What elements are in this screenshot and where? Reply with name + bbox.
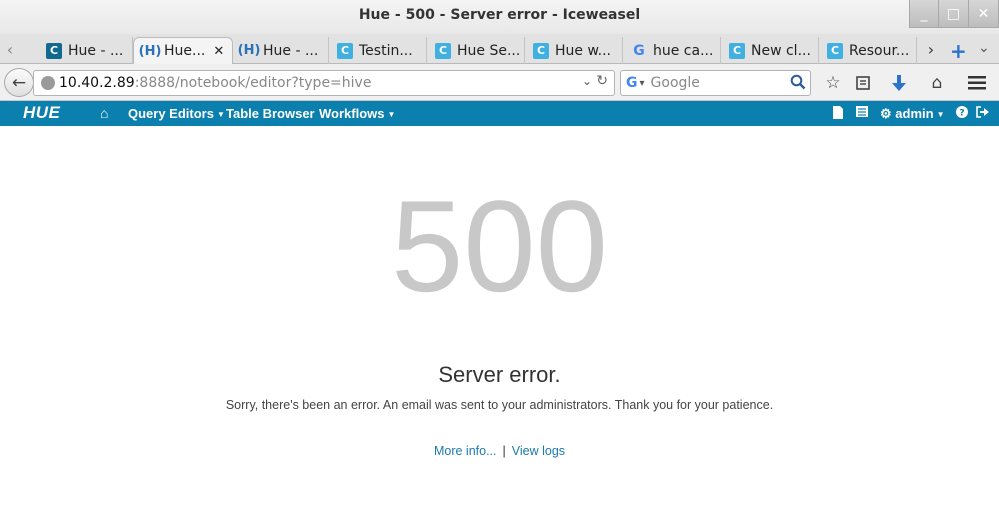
error-code: 500 — [391, 173, 608, 319]
tab-9[interactable]: C Resour... — [819, 37, 917, 64]
tab-label: Hue - ... — [263, 42, 319, 59]
home-icon[interactable]: ⌂ — [926, 72, 948, 94]
home-icon[interactable]: ⌂ — [100, 105, 108, 121]
tab-3[interactable]: (H) Hue - ... — [233, 37, 329, 64]
caret-down-icon: ▼ — [216, 110, 225, 120]
tab-strip: ‹ C Hue - ... (H) Hue... ✕ (H) Hue - ...… — [0, 34, 999, 64]
tab-8[interactable]: C New cl... — [721, 37, 819, 64]
tab-2-active[interactable]: (H) Hue... ✕ — [133, 37, 233, 64]
window-titlebar: Hue - 500 - Server error - Iceweasel _ □… — [0, 0, 999, 34]
close-window-button[interactable]: ✕ — [969, 0, 999, 28]
svg-text:?: ? — [959, 109, 964, 119]
query-editors-label: Query Editors — [128, 106, 214, 121]
c-icon: C — [46, 42, 62, 59]
help-icon[interactable]: ? — [956, 106, 968, 121]
bookmarks-list-icon[interactable] — [852, 72, 874, 94]
search-bar[interactable]: G ▾ Google — [620, 70, 811, 96]
maximize-button[interactable]: □ — [939, 0, 969, 28]
tab-label: Hue w... — [555, 42, 611, 59]
cogs-icon: ⚙ — [880, 106, 892, 121]
search-engine-chevron-down-icon[interactable]: ▾ — [640, 78, 645, 89]
tab-label: Hue Se... — [457, 42, 521, 59]
admin-menu[interactable]: ⚙ admin ▼ — [880, 106, 945, 122]
google-icon: G — [626, 75, 638, 91]
tab-list-chevron-down-icon[interactable]: ⌄ — [978, 40, 990, 56]
query-editors-menu[interactable]: Query Editors ▼ — [128, 106, 225, 121]
menu-hamburger-icon[interactable] — [966, 72, 988, 94]
user-name: admin — [895, 106, 934, 121]
tab-6[interactable]: C Hue w... — [525, 37, 623, 64]
caret-down-icon: ▼ — [936, 110, 945, 120]
minimize-button[interactable]: _ — [909, 0, 939, 28]
error-links: More info... | View logs — [0, 444, 999, 458]
c-icon: C — [827, 42, 843, 59]
search-input[interactable]: Google — [651, 75, 700, 91]
table-browser-link[interactable]: Table Browser — [226, 106, 315, 121]
tab-4[interactable]: C Testin... — [329, 37, 427, 64]
tab-label: Testin... — [359, 42, 413, 59]
tab-scroll-left-icon[interactable]: ‹ — [0, 34, 20, 64]
more-info-link[interactable]: More info... — [434, 444, 497, 458]
url-path: :8888/notebook/editor?type=hive — [134, 75, 372, 91]
hue-icon: (H) — [237, 43, 261, 58]
window-title: Hue - 500 - Server error - Iceweasel — [358, 7, 641, 23]
hue-header: HUE ⌂ Query Editors ▼ Table Browser Workf… — [0, 101, 999, 126]
c-icon: C — [729, 42, 745, 59]
search-icon[interactable] — [790, 74, 806, 94]
url-host: 10.40.2.89 — [59, 75, 135, 91]
tab-label: New cl... — [751, 42, 811, 59]
c-icon: C — [435, 42, 451, 59]
tab-label: Resour... — [849, 42, 910, 59]
bookmark-star-icon[interactable]: ☆ — [822, 72, 844, 94]
tab-5[interactable]: C Hue Se... — [427, 37, 525, 64]
view-logs-link[interactable]: View logs — [512, 444, 565, 458]
c-icon: C — [337, 42, 353, 59]
tab-label: Hue... — [164, 43, 206, 59]
c-icon: C — [533, 42, 549, 59]
window-controls: _ □ ✕ — [909, 0, 999, 28]
caret-down-icon: ▼ — [387, 110, 396, 120]
sign-out-icon[interactable] — [976, 106, 989, 121]
close-tab-icon[interactable]: ✕ — [213, 44, 224, 59]
tab-label: Hue - ... — [68, 42, 124, 59]
url-history-chevron-down-icon[interactable]: ⌄ — [582, 74, 592, 88]
browser-navbar: ← 10.40.2.89:8888/notebook/editor?type=h… — [0, 64, 999, 101]
reload-icon[interactable]: ↻ — [596, 73, 608, 89]
google-icon: G — [633, 42, 645, 59]
error-message: Sorry, there's been an error. An email w… — [225, 398, 774, 412]
globe-icon — [41, 76, 55, 90]
workflows-menu[interactable]: Workflows ▼ — [319, 106, 395, 121]
tab-1[interactable]: C Hue - ... — [38, 37, 133, 64]
error-title: Server error. — [438, 362, 561, 387]
url-bar[interactable]: 10.40.2.89:8888/notebook/editor?type=hiv… — [33, 70, 615, 96]
jobs-list-icon[interactable] — [856, 106, 868, 120]
hue-logo[interactable]: HUE — [23, 103, 60, 123]
link-separator: | — [502, 444, 506, 458]
documents-icon[interactable] — [833, 106, 843, 122]
tab-label: hue ca... — [653, 42, 714, 59]
download-arrow-icon[interactable] — [888, 72, 910, 94]
new-tab-plus-icon[interactable]: + — [950, 39, 967, 63]
workflows-label: Workflows — [319, 106, 385, 121]
hue-icon: (H) — [138, 43, 162, 59]
tab-scroll-right-icon[interactable]: › — [921, 34, 941, 64]
tab-7[interactable]: G hue ca... — [623, 37, 721, 64]
back-arrow-icon[interactable]: ← — [4, 68, 34, 97]
